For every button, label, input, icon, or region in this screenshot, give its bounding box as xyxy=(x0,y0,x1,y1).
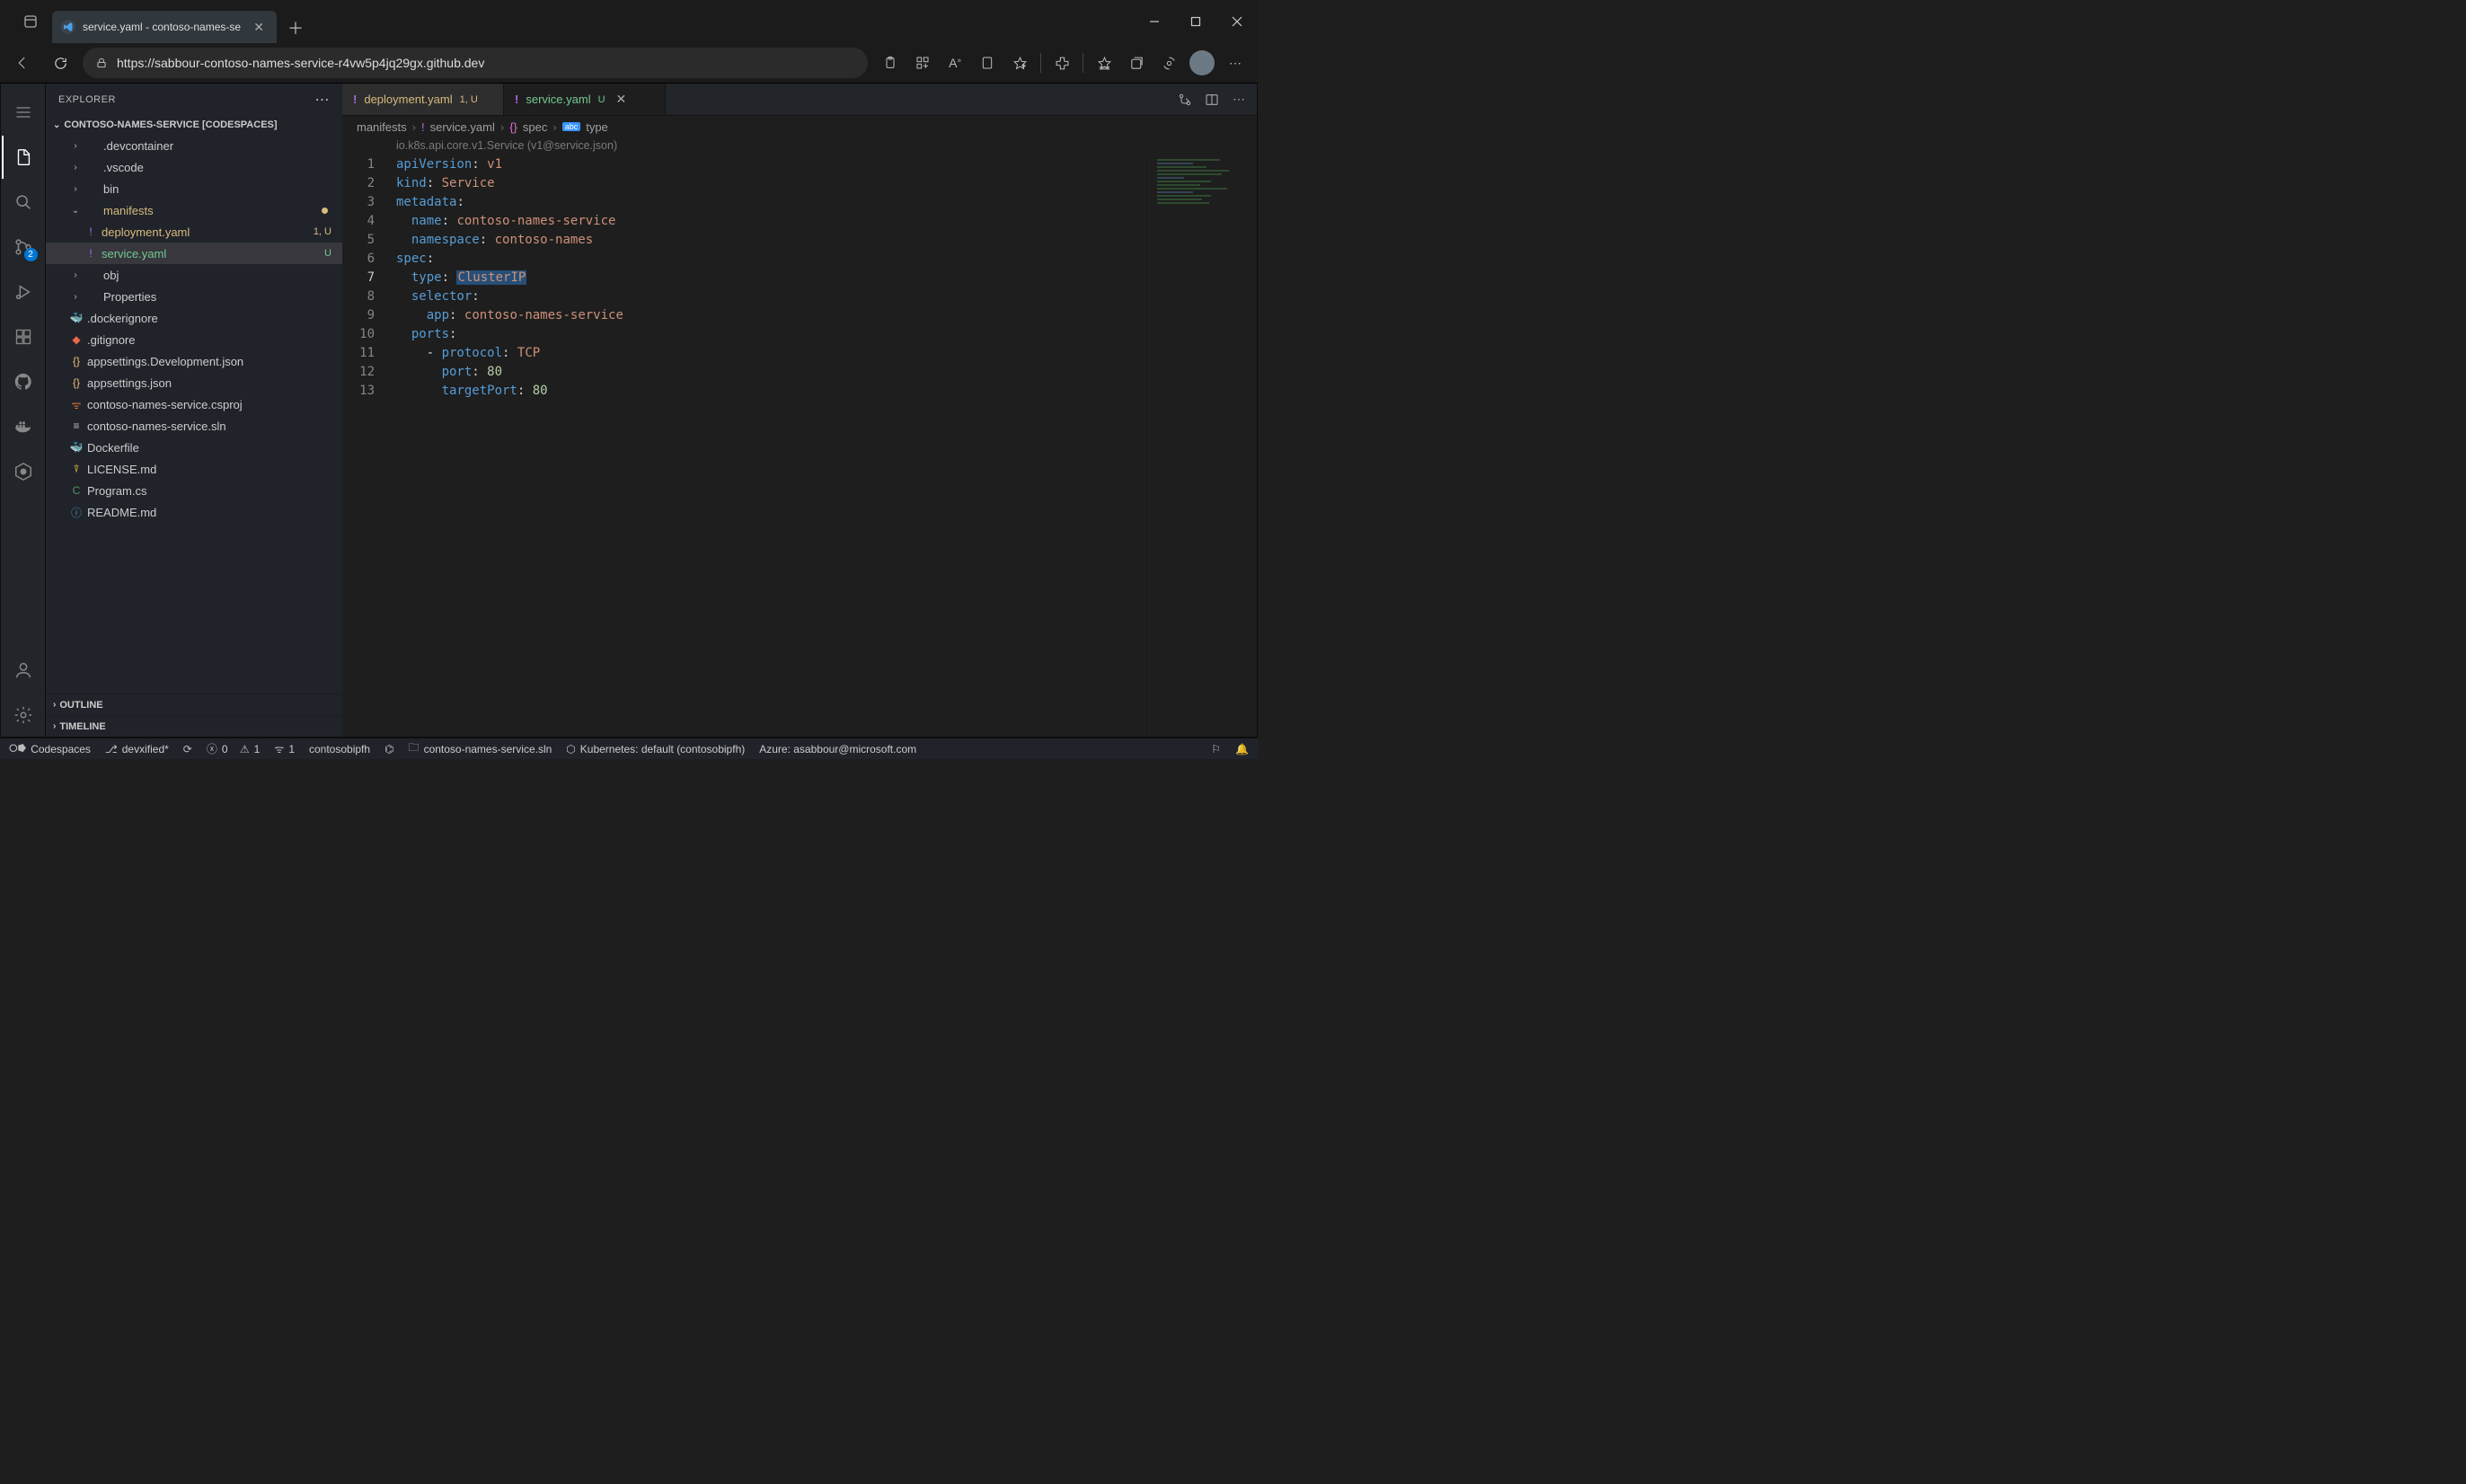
explorer-more-icon[interactable]: ⋯ xyxy=(315,91,331,109)
yaml-icon: ! xyxy=(515,93,518,106)
activity-explorer[interactable] xyxy=(2,136,45,179)
status-context[interactable]: contosobipfh xyxy=(309,743,370,755)
activity-source-control[interactable]: 2 xyxy=(2,225,45,269)
file--dockerignore[interactable]: 🐳.dockerignore xyxy=(46,307,342,329)
outline-section[interactable]: ›OUTLINE xyxy=(46,693,342,715)
window-minimize[interactable] xyxy=(1134,0,1175,43)
split-editor-icon[interactable] xyxy=(1199,87,1224,112)
status-codespaces[interactable]: ⭘⭓Codespaces xyxy=(9,742,91,755)
close-tab-icon[interactable]: ✕ xyxy=(616,92,627,107)
status-branch[interactable]: ⎇devxified* xyxy=(105,743,169,755)
browser-menu-icon[interactable]: ⋯ xyxy=(1220,48,1251,78)
editor-more-icon[interactable]: ⋯ xyxy=(1226,87,1251,112)
browser-address-bar: https://sabbour-contoso-names-service-r4… xyxy=(0,43,1258,84)
activity-settings[interactable] xyxy=(2,693,45,737)
compare-changes-icon[interactable] xyxy=(1172,87,1198,112)
folder--vscode[interactable]: ›.vscode xyxy=(46,156,342,178)
vscode-favicon xyxy=(61,20,75,34)
text-size-icon[interactable]: A» xyxy=(940,48,970,78)
file-appsettings-development-json[interactable]: {}appsettings.Development.json xyxy=(46,350,342,372)
collections-icon[interactable] xyxy=(1121,48,1152,78)
activity-account[interactable] xyxy=(2,649,45,692)
profile-avatar[interactable] xyxy=(1189,50,1215,75)
file-contoso-names-service-sln[interactable]: ≡contoso-names-service.sln xyxy=(46,415,342,437)
browser-back-button[interactable] xyxy=(7,48,38,78)
status-problems[interactable]: ⓧ0 ⚠1 xyxy=(207,741,261,756)
workspace-header[interactable]: ⌄ CONTOSO-NAMES-SERVICE [CODESPACES] xyxy=(46,115,342,135)
folder--devcontainer[interactable]: ›.devcontainer xyxy=(46,135,342,156)
apps-icon[interactable] xyxy=(907,48,938,78)
timeline-section[interactable]: ›TIMELINE xyxy=(46,715,342,737)
folder-obj[interactable]: ›obj xyxy=(46,264,342,286)
activity-run-debug[interactable] xyxy=(2,270,45,314)
status-bell[interactable]: 🔔 xyxy=(1235,743,1249,755)
favorite-icon[interactable]: + xyxy=(1004,48,1035,78)
scm-badge: 2 xyxy=(24,248,38,261)
status-flame[interactable]: ⌬ xyxy=(384,743,393,755)
extensions-icon[interactable] xyxy=(1047,48,1077,78)
file-service-yaml[interactable]: !service.yamlU xyxy=(46,243,342,264)
activity-docker[interactable] xyxy=(2,405,45,448)
activity-github[interactable] xyxy=(2,360,45,403)
file-appsettings-json[interactable]: {}appsettings.json xyxy=(46,372,342,393)
folder-manifests[interactable]: ⌄manifests xyxy=(46,199,342,221)
line-gutter: 12345678910111213 xyxy=(342,155,387,737)
file-contoso-names-service-csproj[interactable]: ᯤcontoso-names-service.csproj xyxy=(46,393,342,415)
status-azure[interactable]: Azure: asabbour@microsoft.com xyxy=(759,743,916,755)
browser-titlebar: service.yaml - contoso-names-se ✕ ＋ xyxy=(0,0,1258,43)
file-program-cs[interactable]: CProgram.cs xyxy=(46,480,342,501)
editor-tab-service-yaml[interactable]: !service.yamlU✕ xyxy=(504,84,666,115)
status-feedback[interactable]: ⚐ xyxy=(1211,743,1221,755)
workspace-name: CONTOSO-NAMES-SERVICE [CODESPACES] xyxy=(64,119,277,130)
activity-bar: 2 xyxy=(1,84,46,737)
file-readme-md[interactable]: ⓘREADME.md xyxy=(46,501,342,523)
window-controls xyxy=(1134,0,1258,43)
url-box[interactable]: https://sabbour-contoso-names-service-r4… xyxy=(83,48,868,78)
status-ports[interactable]: ᯤ1 xyxy=(274,741,295,756)
clipboard-icon[interactable] xyxy=(875,48,906,78)
status-solution[interactable]: 🗀contoso-names-service.sln xyxy=(409,739,552,758)
folder-bin[interactable]: ›bin xyxy=(46,178,342,199)
read-aloud-icon[interactable] xyxy=(972,48,1003,78)
activity-extensions[interactable] xyxy=(2,315,45,358)
editor-tabs: !deployment.yaml1, U!service.yamlU✕ ⋯ xyxy=(342,84,1257,116)
browser-refresh-button[interactable] xyxy=(45,48,75,78)
file-tree: ›.devcontainer›.vscode›bin⌄manifests!dep… xyxy=(46,135,342,693)
new-tab-button[interactable]: ＋ xyxy=(280,13,311,43)
favorites-bar-icon[interactable] xyxy=(1089,48,1119,78)
svg-text:+: + xyxy=(1021,63,1025,69)
yaml-icon: ! xyxy=(353,93,357,106)
schema-hint: io.k8s.api.core.v1.Service (v1@service.j… xyxy=(342,137,1257,155)
activity-search[interactable] xyxy=(2,181,45,224)
site-lock-icon[interactable] xyxy=(95,57,108,69)
activity-kubernetes[interactable] xyxy=(2,450,45,493)
status-kubernetes[interactable]: ⬡Kubernetes: default (contosobipfh) xyxy=(566,743,745,755)
status-bar: ⭘⭓Codespaces ⎇devxified* ⟳ ⓧ0 ⚠1 ᯤ1 cont… xyxy=(0,738,1258,759)
editor-area: !deployment.yaml1, U!service.yamlU✕ ⋯ ma… xyxy=(342,84,1257,737)
tab-overview-button[interactable] xyxy=(13,4,48,39)
window-close[interactable] xyxy=(1216,0,1258,43)
status-sync[interactable]: ⟳ xyxy=(183,743,192,755)
window-maximize[interactable] xyxy=(1175,0,1216,43)
browser-sync-icon[interactable] xyxy=(1153,48,1184,78)
activity-menu[interactable] xyxy=(2,91,45,134)
code-lines[interactable]: apiVersion: v1kind: Servicemetadata: nam… xyxy=(387,155,1257,737)
url-text: https://sabbour-contoso-names-service-r4… xyxy=(117,56,484,70)
browser-tab[interactable]: service.yaml - contoso-names-se ✕ xyxy=(52,11,277,43)
browser-tab-close[interactable]: ✕ xyxy=(250,18,268,37)
browser-tab-title: service.yaml - contoso-names-se xyxy=(83,21,243,33)
explorer-title: EXPLORER xyxy=(58,94,116,105)
file--gitignore[interactable]: ◆.gitignore xyxy=(46,329,342,350)
browser-right-icons: A» + ⋯ xyxy=(875,48,1251,78)
file-deployment-yaml[interactable]: !deployment.yaml1, U xyxy=(46,221,342,243)
explorer-sidebar: EXPLORER ⋯ ⌄ CONTOSO-NAMES-SERVICE [CODE… xyxy=(46,84,342,737)
code-editor[interactable]: 12345678910111213 apiVersion: v1kind: Se… xyxy=(342,155,1257,737)
minimap[interactable] xyxy=(1149,155,1257,737)
breadcrumb[interactable]: manifests › !service.yaml › {}spec › abc… xyxy=(342,116,1257,137)
file-license-md[interactable]: ⍒LICENSE.md xyxy=(46,458,342,480)
folder-properties[interactable]: ›Properties xyxy=(46,286,342,307)
editor-tab-deployment-yaml[interactable]: !deployment.yaml1, U xyxy=(342,84,504,115)
file-dockerfile[interactable]: 🐳Dockerfile xyxy=(46,437,342,458)
